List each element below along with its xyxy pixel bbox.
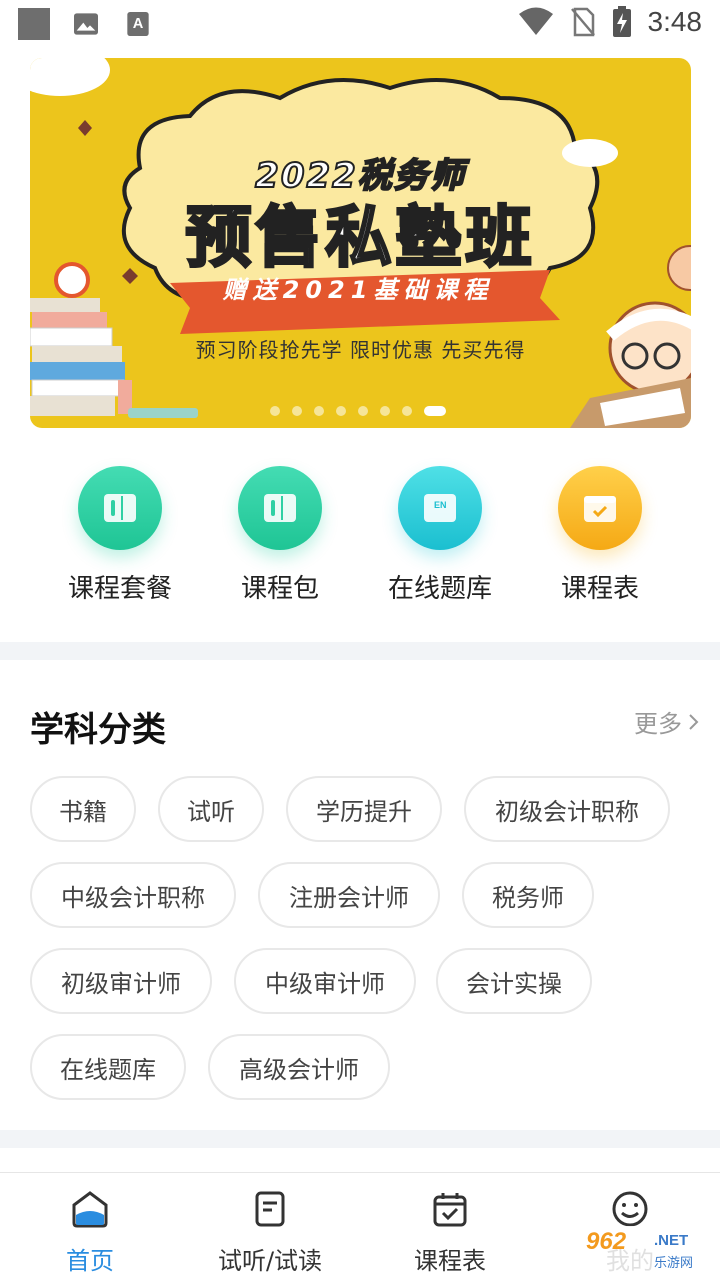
banner-ribbon-text: 赠送2021基础课程 (222, 276, 494, 304)
category-tag[interactable]: 税务师 (462, 862, 594, 928)
quick-nav-label: 课程套餐 (67, 574, 172, 604)
battery-charging-icon (612, 6, 631, 37)
wifi-icon (518, 7, 553, 35)
banner-main-title: 预售私塾班 (184, 198, 536, 278)
tab-label: 首页 (66, 1247, 114, 1275)
section-divider (0, 1130, 720, 1148)
no-sim-icon (570, 7, 595, 37)
chevron-right-icon (689, 713, 699, 730)
category-tag[interactable]: 学历提升 (286, 776, 442, 842)
svg-text:EN: EN (434, 500, 447, 510)
quick-nav: 课程套餐 课程包 EN 在线题库 课程表 (0, 466, 720, 616)
tab-label: 课程表 (414, 1247, 486, 1275)
book-icon (238, 466, 322, 550)
category-tag[interactable]: 书籍 (30, 776, 136, 842)
carousel-dot[interactable] (314, 406, 324, 416)
category-tag[interactable]: 注册会计师 (258, 862, 440, 928)
category-tag[interactable]: 高级会计师 (208, 1034, 390, 1100)
watermark-cn: 乐游网 (654, 1256, 694, 1271)
category-tag[interactable]: 试听 (158, 776, 264, 842)
carousel-dot[interactable] (270, 406, 280, 416)
status-bar: A 3:48 (0, 0, 720, 50)
tab-home[interactable]: 首页 (0, 1189, 180, 1276)
quick-nav-course-package[interactable]: 课程套餐 (40, 466, 200, 605)
section-title: 学科分类 (30, 710, 166, 750)
gallery-icon (74, 13, 98, 35)
calendar-icon (558, 466, 642, 550)
more-link[interactable]: 更多 (634, 704, 700, 739)
watermark-suffix: .NET (654, 1232, 689, 1249)
carousel-dot[interactable] (292, 406, 302, 416)
category-tag[interactable]: 初级会计职称 (464, 776, 670, 842)
font-a-icon: A (127, 12, 149, 36)
category-tag[interactable]: 中级审计师 (234, 948, 416, 1014)
category-tag[interactable]: 在线题库 (30, 1034, 186, 1100)
quick-nav-label: 课程表 (560, 574, 639, 604)
banner-subtitle: 预习阶段抢先学 限时优惠 先买先得 (195, 338, 526, 362)
carousel-dots[interactable] (270, 406, 446, 416)
clock: 3:48 (647, 6, 703, 37)
section-divider (0, 642, 720, 660)
document-icon (255, 1191, 285, 1227)
site-watermark: 962 .NET 乐游网 (582, 1226, 714, 1274)
promo-banner[interactable]: 2022税务师 预售私塾班 赠送2021基础课程 预习阶段抢先学 限时优惠 先买… (30, 58, 691, 428)
category-tag[interactable]: 中级会计职称 (30, 862, 236, 928)
quick-nav-schedule[interactable]: 课程表 (520, 466, 680, 605)
category-tag[interactable]: 会计实操 (436, 948, 592, 1014)
quick-nav-label: 课程包 (240, 574, 319, 604)
more-label: 更多 (634, 710, 682, 738)
book-icon (78, 466, 162, 550)
notification-square-icon (18, 8, 50, 40)
tab-label: 试听/试读 (217, 1247, 323, 1275)
carousel-dot[interactable] (402, 406, 412, 416)
carousel-dot[interactable] (424, 406, 446, 416)
carousel-dot[interactable] (336, 406, 346, 416)
carousel-dot[interactable] (358, 406, 368, 416)
svg-text:A: A (133, 16, 144, 32)
quick-nav-course-bundle[interactable]: 课程包 (200, 466, 360, 605)
quick-nav-label: 在线题库 (387, 574, 492, 604)
watermark-brand: 962 (586, 1228, 627, 1255)
quick-nav-question-bank[interactable]: EN 在线题库 (360, 466, 520, 605)
smiley-icon (612, 1191, 648, 1227)
category-tag[interactable]: 初级审计师 (30, 948, 212, 1014)
home-icon (72, 1191, 108, 1228)
carousel-dot[interactable] (380, 406, 390, 416)
tab-schedule[interactable]: 课程表 (360, 1189, 540, 1276)
calendar-check-icon (433, 1193, 467, 1227)
en-book-icon: EN (398, 466, 482, 550)
tab-trial[interactable]: 试听/试读 (180, 1189, 360, 1276)
